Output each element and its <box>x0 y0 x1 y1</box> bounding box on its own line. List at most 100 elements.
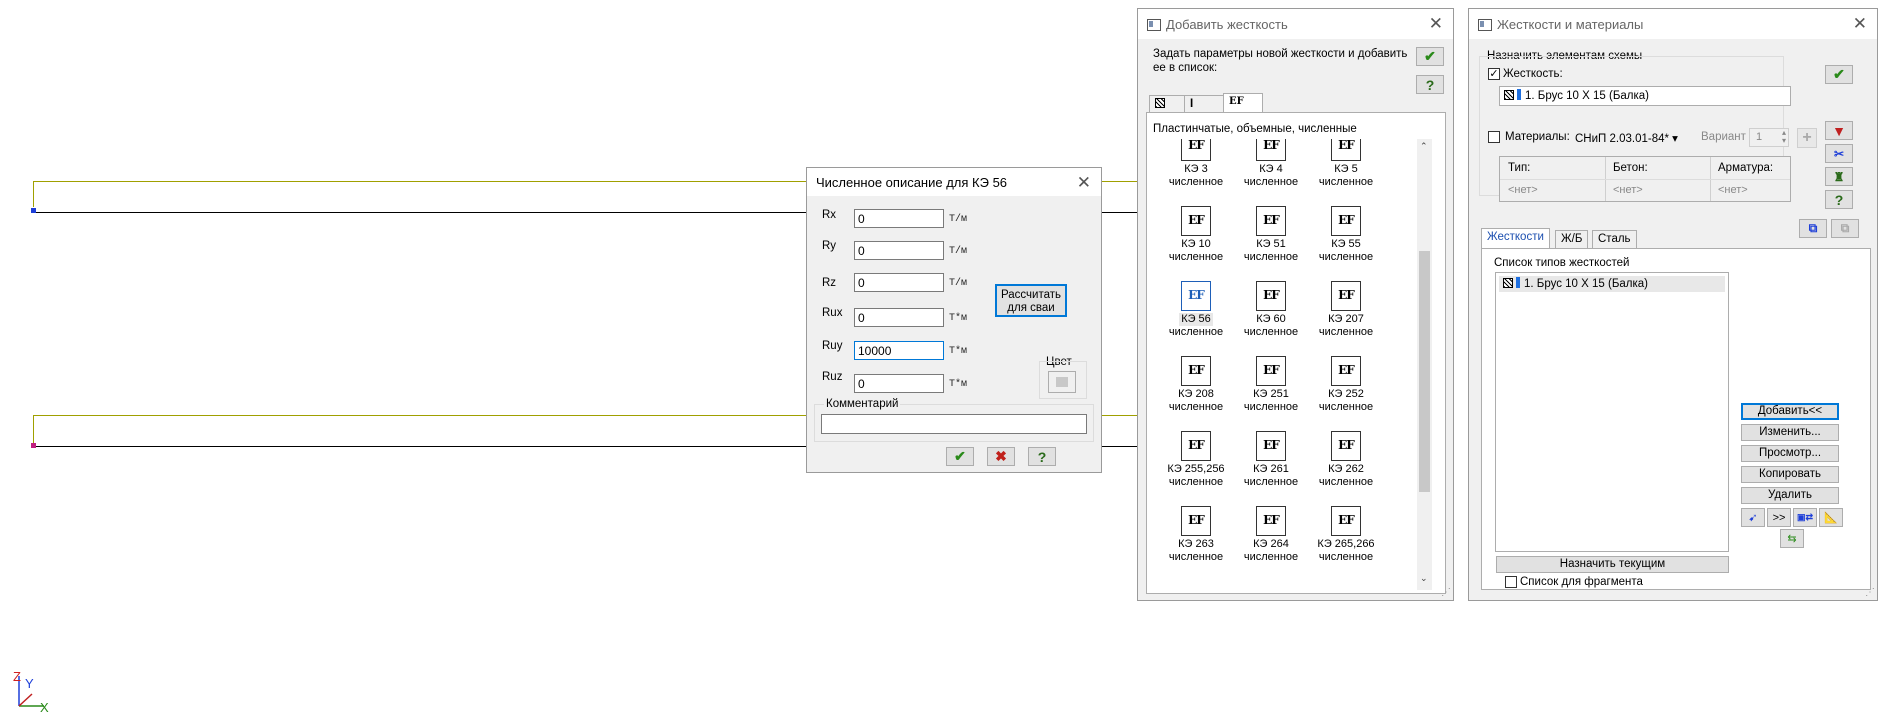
fe-tile[interactable]: EF КЭ 263 численное <box>1156 506 1236 576</box>
refresh-tool-button[interactable]: ⇆ <box>1780 529 1804 548</box>
window-titlebar[interactable]: Добавить жесткость ✕ <box>1138 9 1453 39</box>
apply-stiffness-button[interactable]: ✔ <box>1825 65 1853 84</box>
tiles-scrollbar[interactable]: ⌃ ⌄ <box>1417 139 1432 590</box>
label-ruz: Ruz <box>822 371 843 383</box>
scroll-up-icon[interactable]: ⌃ <box>1420 141 1428 152</box>
fe-tile[interactable]: EF КЭ 252 численное <box>1306 356 1386 426</box>
stiffness-value-box[interactable]: 1. Брус 10 X 15 (Балка) <box>1499 86 1791 106</box>
fe-tile[interactable]: EF КЭ 3 численное <box>1156 139 1236 201</box>
stiffness-color-icon <box>1516 277 1520 288</box>
node-marker-2[interactable] <box>31 443 36 448</box>
color-swatch[interactable] <box>1048 371 1076 393</box>
fe-tile[interactable]: EF КЭ 262 численное <box>1306 431 1386 501</box>
fe-tile[interactable]: EF КЭ 265,266 численное <box>1306 506 1386 576</box>
paste-list-button[interactable]: ⧉ <box>1831 219 1859 238</box>
fe-tile[interactable]: EF КЭ 56 численное <box>1156 281 1236 351</box>
tab-ef[interactable]: EF <box>1223 93 1263 113</box>
pointer-tool-button[interactable]: ➹ <box>1741 508 1765 527</box>
tab-ibeam[interactable]: I <box>1184 95 1224 113</box>
apply-button[interactable]: ✔ <box>1416 47 1444 66</box>
ok-button[interactable]: ✔ <box>946 447 974 466</box>
stiffness-checkbox[interactable]: ✓ <box>1488 68 1500 80</box>
description-text: Задать параметры новой жесткости и добав… <box>1153 48 1408 74</box>
scroll-down-icon[interactable]: ⌄ <box>1420 573 1428 584</box>
tile-name: КЭ 255,256 <box>1167 463 1225 475</box>
help-button[interactable]: ? <box>1825 190 1853 209</box>
tab-steel[interactable]: Сталь <box>1592 230 1637 248</box>
view-button[interactable]: Просмотр... <box>1741 445 1839 462</box>
label-rx: Rx <box>822 209 837 221</box>
tab-stiffness[interactable]: Жесткости <box>1481 228 1550 248</box>
add-button[interactable]: Добавить<< <box>1741 403 1839 420</box>
beam-upper-1-support <box>33 181 34 207</box>
ibeam-icon: I <box>1190 98 1194 110</box>
ef-icon: EF <box>1181 506 1211 536</box>
stiffness-types-list[interactable]: 1. Брус 10 X 15 (Балка) <box>1495 272 1729 552</box>
assign-current-button[interactable]: Назначить текущим <box>1496 556 1729 573</box>
forward-tool-button[interactable]: >> <box>1767 508 1791 527</box>
fe-tile[interactable]: EF КЭ 255,256 численное <box>1156 431 1236 501</box>
label-ry: Ry <box>822 240 837 252</box>
help-button[interactable]: ? <box>1028 447 1056 466</box>
cut-button[interactable]: ✂ <box>1825 144 1853 163</box>
norm-select[interactable]: СНиП 2.03.01-84* ▾ <box>1575 131 1678 145</box>
ry-field[interactable] <box>854 241 944 260</box>
copy-list-button[interactable]: ⧉ <box>1799 219 1827 238</box>
fe-tile[interactable]: EF КЭ 207 численное <box>1306 281 1386 351</box>
fe-tile[interactable]: EF КЭ 51 численное <box>1231 206 1311 276</box>
rux-field[interactable] <box>854 308 944 327</box>
help-icon: ? <box>1425 76 1435 93</box>
tile-subtitle: численное <box>1243 401 1299 413</box>
dialog-titlebar[interactable]: Численное описание для КЭ 56 ✕ <box>807 168 1101 196</box>
tab-rc[interactable]: Ж/Б <box>1555 230 1589 248</box>
add-material-button[interactable]: + <box>1797 128 1817 148</box>
window-titlebar[interactable]: Жесткости и материалы ✕ <box>1469 9 1877 39</box>
fe-tile[interactable]: EF КЭ 264 численное <box>1231 506 1311 576</box>
resize-grip-icon[interactable]: ⋰ <box>1441 587 1451 598</box>
compare-tool-button[interactable]: ▣⇄ <box>1793 508 1817 527</box>
variant-stepper[interactable]: 1 ▴ ▾ <box>1749 128 1789 147</box>
label-rux: Rux <box>822 307 843 319</box>
close-icon[interactable]: ✕ <box>1429 14 1443 34</box>
fragment-checkbox[interactable] <box>1505 576 1517 588</box>
list-item[interactable]: 1. Брус 10 X 15 (Балка) <box>1499 276 1725 292</box>
ef-icon: EF <box>1181 206 1211 236</box>
delete-button[interactable]: Удалить <box>1741 487 1839 504</box>
copy-button[interactable]: Копировать <box>1741 466 1839 483</box>
fe-tile[interactable]: EF КЭ 55 численное <box>1306 206 1386 276</box>
fe-tile[interactable]: EF КЭ 5 численное <box>1306 139 1386 201</box>
cancel-button[interactable]: ✖ <box>987 447 1015 466</box>
help-button[interactable]: ? <box>1416 75 1444 94</box>
fe-tile[interactable]: EF КЭ 10 численное <box>1156 206 1236 276</box>
close-icon[interactable]: ✕ <box>1853 14 1867 34</box>
material-tool-button[interactable]: ♜ <box>1825 167 1853 186</box>
fe-tile[interactable]: EF КЭ 251 численное <box>1231 356 1311 426</box>
ruz-field[interactable] <box>854 374 944 393</box>
tile-name: КЭ 208 <box>1178 388 1214 400</box>
calculate-for-pile-button[interactable]: Рассчитать для сваи <box>995 284 1067 317</box>
fe-tile[interactable]: EF КЭ 60 численное <box>1231 281 1311 351</box>
stiffness-value: 1. Брус 10 X 15 (Балка) <box>1525 90 1649 102</box>
rz-field[interactable] <box>854 273 944 292</box>
tile-name: КЭ 265,266 <box>1317 538 1375 550</box>
rx-field[interactable] <box>854 209 944 228</box>
ruy-field[interactable] <box>854 341 944 360</box>
tile-name: КЭ 5 <box>1334 163 1358 175</box>
scrollbar-thumb[interactable] <box>1419 251 1430 492</box>
materials-checkbox[interactable] <box>1488 131 1500 143</box>
measure-tool-button[interactable]: 📐 <box>1819 508 1843 527</box>
comment-field[interactable] <box>821 414 1087 434</box>
fe-tile[interactable]: EF КЭ 261 численное <box>1231 431 1311 501</box>
fe-tile[interactable]: EF КЭ 4 численное <box>1231 139 1311 201</box>
ef-icon: EF <box>1256 356 1286 386</box>
edit-button[interactable]: Изменить... <box>1741 424 1839 441</box>
tab-hatch[interactable] <box>1149 95 1185 113</box>
node-marker-1[interactable] <box>31 208 36 213</box>
scissors-icon: ✂ <box>1833 146 1845 161</box>
variant-value: 1 <box>1756 131 1763 143</box>
rux-unit: Т*м <box>949 313 968 324</box>
resize-grip-icon[interactable]: ⋰ <box>1865 587 1875 598</box>
filter-button[interactable]: ▼ <box>1825 121 1853 140</box>
close-icon[interactable]: ✕ <box>1077 173 1091 193</box>
fe-tile[interactable]: EF КЭ 208 численное <box>1156 356 1236 426</box>
